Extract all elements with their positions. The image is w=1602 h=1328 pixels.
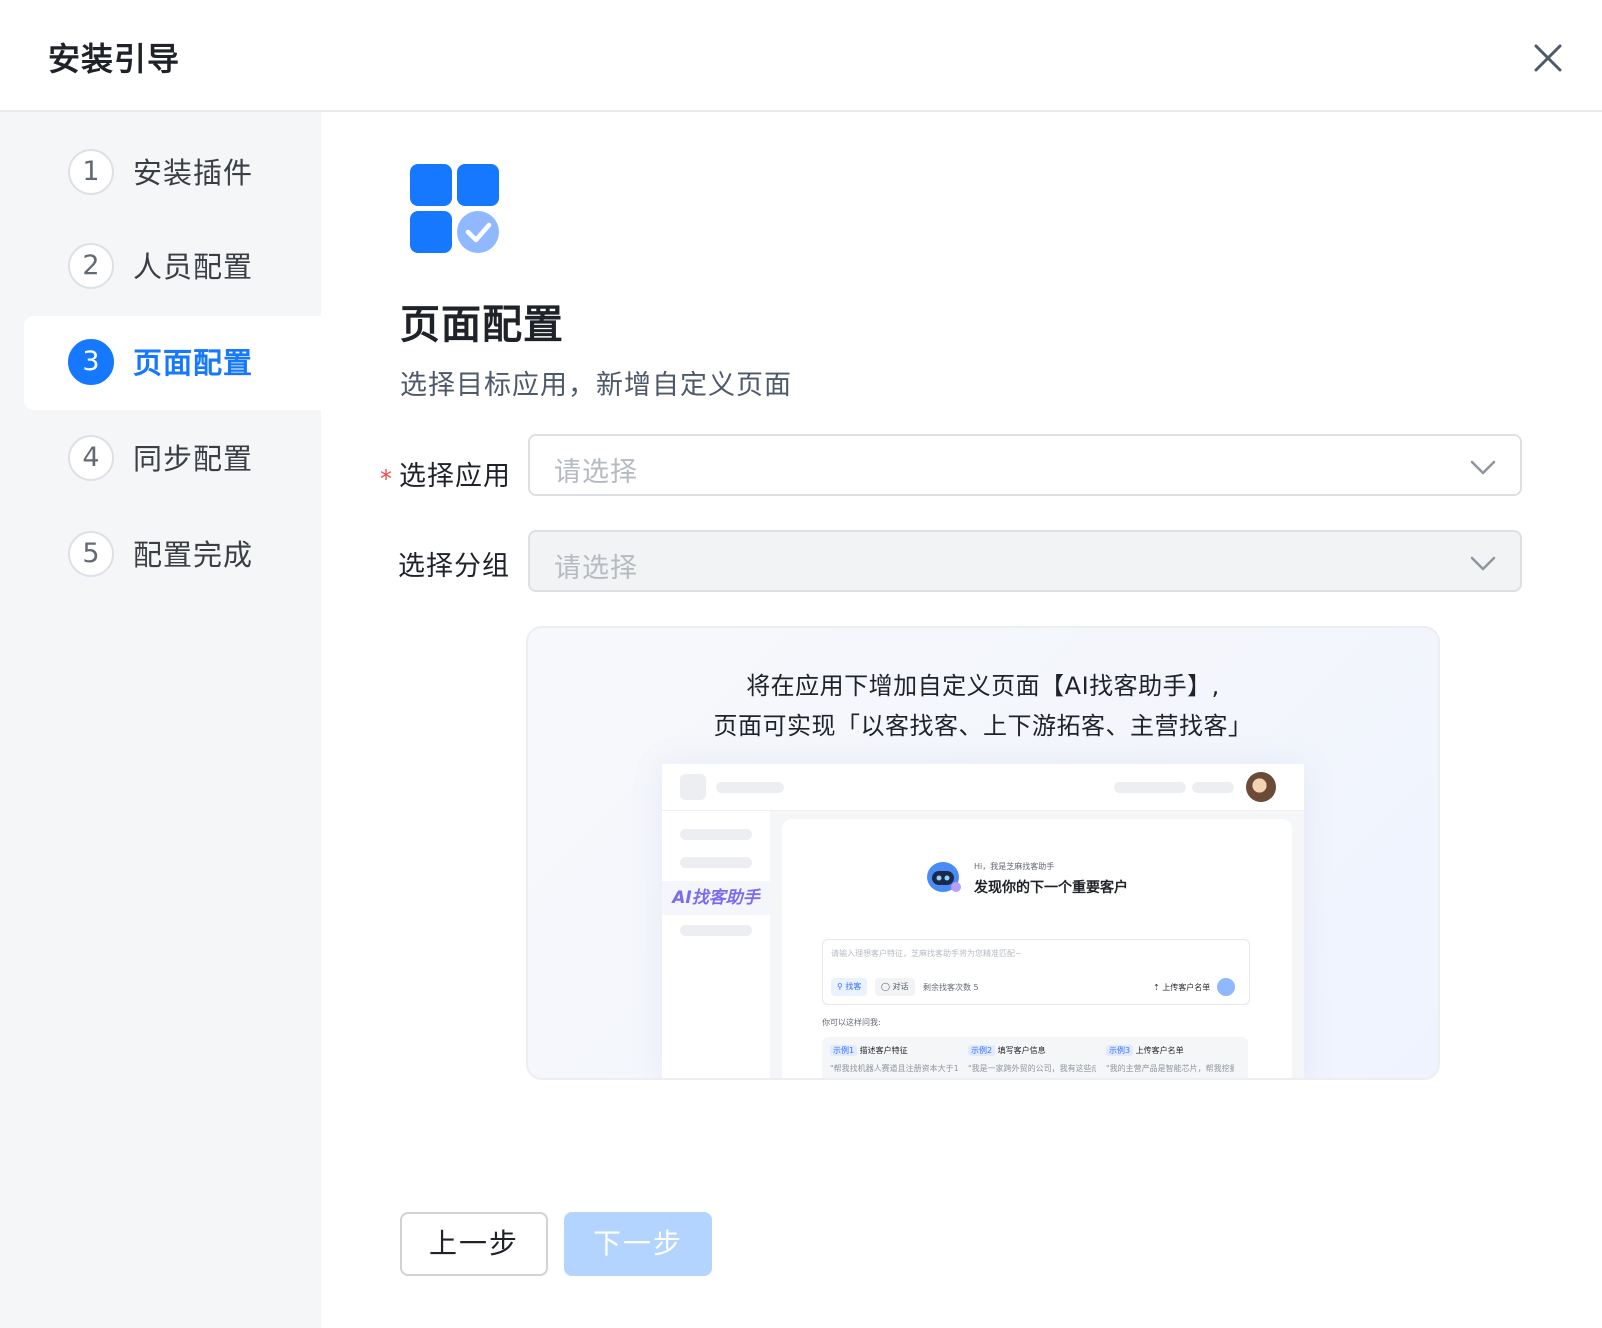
step-number: 4 [68, 435, 114, 481]
mock-placeholder-bar [1114, 782, 1186, 793]
avatar [1246, 772, 1276, 802]
step-label: 人员配置 [133, 250, 254, 284]
robot-icon [927, 862, 961, 892]
step-sync-config[interactable]: 4 同步配置 [24, 412, 321, 506]
step-label: 安装插件 [133, 156, 254, 190]
mock-input-placeholder: 请输入理想客户特征，芝麻找客助手将为您精准匹配~ [831, 949, 1022, 958]
chevron-down-icon [1470, 460, 1496, 475]
chat-icon: ◯ [881, 982, 890, 991]
mock-tab-chat: ◯ 对话 [875, 978, 915, 996]
group-select[interactable]: 请选择 [528, 530, 1522, 592]
mock-upload-link: ⇡ 上传客户名单 [1153, 982, 1210, 993]
mock-main: Hi，我是芝麻找客助手 发现你的下一个重要客户 请输入理想客户特征，芝麻找客助手… [770, 811, 1304, 1078]
mock-placeholder-bar [680, 857, 752, 868]
next-step-button[interactable]: 下一步 [564, 1212, 712, 1276]
example-tag: 示例3 [1106, 1045, 1134, 1056]
mock-upload-label: 上传客户名单 [1162, 983, 1211, 992]
prev-step-button[interactable]: 上一步 [400, 1212, 548, 1276]
app-select-label-text: 选择应用 [399, 461, 511, 492]
preview-screenshot: AI找客助手 Hi，我是芝麻找客助手 发现你的下一个重要客户 请输入理想客户特征… [662, 764, 1304, 1078]
close-icon[interactable] [1528, 38, 1568, 78]
mock-tab-find: ⚲ 找客 [831, 978, 868, 996]
chevron-down-icon [1470, 556, 1496, 571]
example-title: 描述客户特征 [859, 1046, 908, 1055]
mock-examples: 示例1 描述客户特征 "帮我找机器人赛道且注册资本大于1000万有对应专利的企业… [822, 1037, 1248, 1078]
step-install-plugin[interactable]: 1 安装插件 [24, 126, 321, 220]
preview-description-line2: 页面可实现「以客找客、上下游拓客、主营找客」 [713, 712, 1253, 740]
step-number: 5 [68, 531, 114, 577]
app-select[interactable]: 请选择 [528, 434, 1522, 496]
group-select-label: 选择分组 [398, 551, 510, 582]
mock-headline: 发现你的下一个重要客户 [974, 880, 1128, 896]
app-select-label: * 选择应用 [380, 454, 511, 493]
page-title: 页面配置 [400, 302, 564, 348]
step-number: 1 [68, 149, 114, 195]
example-text: "我的主营产品是智能芯片，帮我挖掘一些潜在客户" [1106, 1064, 1234, 1073]
example-text: "帮我找机器人赛道且注册资本大于1000万有对应专利的企业" [830, 1064, 958, 1073]
step-number: 3 [68, 339, 114, 385]
preview-card: 将在应用下增加自定义页面【AI找客助手】, 页面可实现「以客找客、上下游拓客、主… [526, 626, 1440, 1080]
modal-header: 安装引导 [0, 0, 1602, 112]
mock-tab-chat-label: 对话 [892, 982, 909, 991]
upload-icon: ⇡ [1153, 983, 1160, 992]
group-select-placeholder: 请选择 [554, 553, 638, 584]
step-label: 页面配置 [133, 346, 254, 380]
mock-example-1: 示例1 描述客户特征 [830, 1045, 908, 1056]
mock-placeholder-bar [680, 829, 752, 840]
app-select-placeholder: 请选择 [554, 457, 638, 488]
mock-placeholder-bar [1192, 782, 1234, 793]
required-mark: * [380, 465, 393, 493]
user-icon: ⚲ [837, 982, 843, 991]
step-number: 2 [68, 243, 114, 289]
example-tag: 示例2 [968, 1045, 996, 1056]
step-label: 配置完成 [133, 538, 254, 572]
mock-search-box: 请输入理想客户特征，芝麻找客助手将为您精准匹配~ ⚲ 找客 ◯ 对话 剩余找客次… [822, 939, 1250, 1005]
preview-description-line1: 将在应用下增加自定义页面【AI找客助手】, [746, 672, 1220, 700]
apps-check-icon [410, 164, 500, 258]
mock-remaining-count: 剩余找客次数 5 [923, 983, 979, 992]
mock-example-3: 示例3 上传客户名单 [1106, 1045, 1184, 1056]
mock-sidebar: AI找客助手 [662, 811, 771, 1078]
example-title: 填写客户信息 [997, 1046, 1046, 1055]
modal-title: 安装引导 [48, 40, 181, 78]
example-tag: 示例1 [830, 1045, 858, 1056]
mock-greeting: Hi，我是芝麻找客助手 [974, 862, 1055, 871]
close-button[interactable] [1528, 38, 1568, 78]
page-subtitle: 选择目标应用，新增自定义页面 [400, 370, 792, 401]
mock-placeholder-bar [680, 925, 752, 936]
mock-card: Hi，我是芝麻找客助手 发现你的下一个重要客户 请输入理想客户特征，芝麻找客助手… [782, 819, 1292, 1078]
send-icon [1217, 978, 1235, 996]
steps-sidebar: 1 安装插件 2 人员配置 3 页面配置 4 同步配置 5 配置完成 [0, 112, 321, 1328]
mock-placeholder-bar [716, 782, 784, 793]
mock-topbar [662, 764, 1304, 811]
step-personnel-config[interactable]: 2 人员配置 [24, 220, 321, 314]
mock-nav-ai-assistant: AI找客助手 [662, 881, 770, 915]
example-title: 上传客户名单 [1135, 1046, 1184, 1055]
step-config-complete[interactable]: 5 配置完成 [24, 508, 321, 602]
step-label: 同步配置 [133, 442, 254, 476]
mock-ask-hint: 你可以这样问我: [822, 1018, 881, 1027]
example-text: "我是一家跨外贸的公司，我有这些成交客户，需要相似的客户" [968, 1064, 1096, 1073]
mock-logo [680, 774, 706, 800]
mock-tab-find-label: 找客 [845, 982, 862, 991]
mock-example-2: 示例2 填写客户信息 [968, 1045, 1046, 1056]
step-page-config[interactable]: 3 页面配置 [24, 316, 321, 410]
